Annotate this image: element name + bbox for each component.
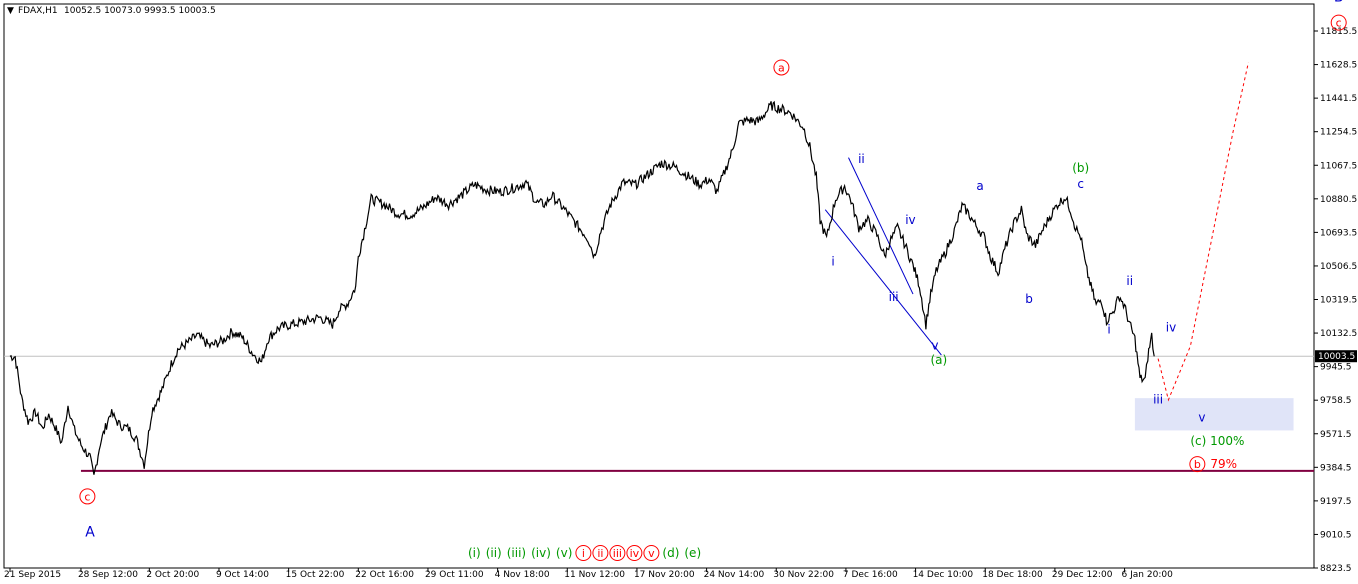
x-tick-label: 17 Nov 20:00: [634, 570, 695, 580]
y-tick-label: 9197.5: [1320, 497, 1352, 507]
wave-label: b: [1025, 292, 1033, 306]
x-tick-label: 9 Oct 14:00: [216, 570, 269, 580]
x-tick-label: 21 Sep 2015: [4, 570, 61, 580]
wave-label-circled: c: [1330, 14, 1347, 31]
wave-label: A: [85, 525, 95, 541]
y-tick-label: 10880.5: [1320, 195, 1357, 205]
bottom-label: (iii): [507, 546, 526, 560]
wave-label: ii: [1126, 274, 1133, 288]
x-tick-label: 22 Oct 16:00: [355, 570, 414, 580]
target-b-label-text: b: [1194, 458, 1201, 471]
wave-label: iii: [1153, 393, 1163, 407]
bottom-label: (ii): [486, 546, 502, 560]
x-tick-label: 15 Oct 22:00: [286, 570, 345, 580]
bottom-label: (e): [684, 546, 701, 560]
x-tick-label: 28 Sep 12:00: [78, 570, 138, 580]
x-tick-label: 7 Dec 16:00: [843, 570, 898, 580]
wave-label: ii: [858, 152, 865, 166]
y-tick-label: 10693.5: [1320, 228, 1357, 238]
wave-label: a: [976, 179, 983, 193]
wave-label-circled-text: c: [1336, 17, 1342, 30]
y-tick-label: 9571.5: [1320, 430, 1352, 440]
y-tick-label: 9945.5: [1320, 363, 1352, 373]
bottom-label-circled-text: v: [648, 547, 655, 560]
x-tick-label: 18 Dec 18:00: [982, 570, 1043, 580]
bottom-label-circled-text: i: [582, 547, 585, 560]
x-tick-label: 6 Jan 20:00: [1122, 570, 1174, 580]
target-79-label: 79%: [1210, 457, 1237, 471]
x-tick-label: 11 Nov 12:00: [564, 570, 625, 580]
symbol-dropdown-icon[interactable]: ▼: [7, 6, 14, 16]
wave-label: B: [1334, 0, 1344, 5]
x-tick-label: 29 Oct 11:00: [425, 570, 484, 580]
y-tick-label: 8823.5: [1320, 564, 1352, 574]
wave-label: v: [931, 339, 938, 353]
wave-label: c: [1077, 177, 1084, 191]
bottom-label: (iv): [531, 546, 551, 560]
y-tick-label: 11067.5: [1320, 161, 1357, 171]
bottom-label-circled-text: ii: [597, 547, 603, 560]
y-tick-label: 11254.5: [1320, 128, 1357, 138]
x-tick-label: 29 Dec 12:00: [1052, 570, 1113, 580]
wave-label: iv: [1166, 321, 1176, 335]
y-tick-label: 9384.5: [1320, 463, 1352, 473]
y-tick-label: 9758.5: [1320, 396, 1352, 406]
x-tick-label: 4 Nov 18:00: [495, 570, 550, 580]
ohlc-readout: 10052.5 10073.0 9993.5 10003.5: [64, 6, 216, 16]
last-price-label: 10003.5: [1318, 352, 1355, 362]
x-tick-label: 14 Dec 10:00: [913, 570, 974, 580]
y-axis: 11815.511628.511441.511254.511067.510880…: [1314, 27, 1357, 574]
wave-label-circled-text: c: [84, 490, 90, 503]
y-tick-label: 10506.5: [1320, 262, 1357, 272]
wave-label: iii: [889, 290, 899, 304]
y-tick-label: 9010.5: [1320, 530, 1352, 540]
wave-label-circled-text: a: [778, 61, 785, 74]
symbol-label: FDAX,H1: [18, 6, 58, 16]
plot-area: [3, 3, 1315, 569]
y-tick-label: 11628.5: [1320, 61, 1357, 71]
bottom-label: (v): [556, 546, 572, 560]
bottom-label-circled-text: iv: [630, 547, 640, 560]
wave-label: iv: [905, 213, 915, 227]
x-tick-label: 24 Nov 14:00: [704, 570, 765, 580]
bottom-label: (d): [662, 546, 679, 560]
price-chart[interactable]: 11815.511628.511441.511254.511067.510880…: [0, 0, 1358, 584]
x-tick-label: 30 Nov 22:00: [773, 570, 834, 580]
wave-label: v: [1198, 410, 1205, 424]
wave-label: (a): [930, 353, 947, 367]
y-tick-label: 10132.5: [1320, 329, 1357, 339]
bottom-label: (i): [468, 546, 481, 560]
y-tick-label: 11441.5: [1320, 94, 1357, 104]
wave-label: i: [831, 254, 834, 268]
x-axis: 21 Sep 2015 28 Sep 12:00 2 Oct 20:00 9 Oct …: [4, 568, 1173, 580]
bottom-label-circled-text: iii: [613, 547, 622, 560]
y-tick-label: 10319.5: [1320, 296, 1357, 306]
wave-label: i: [1107, 323, 1110, 337]
target-100-label: (c) 100%: [1190, 434, 1244, 448]
x-tick-label: 2 Oct 20:00: [146, 570, 199, 580]
wave-label: (b): [1072, 161, 1089, 175]
